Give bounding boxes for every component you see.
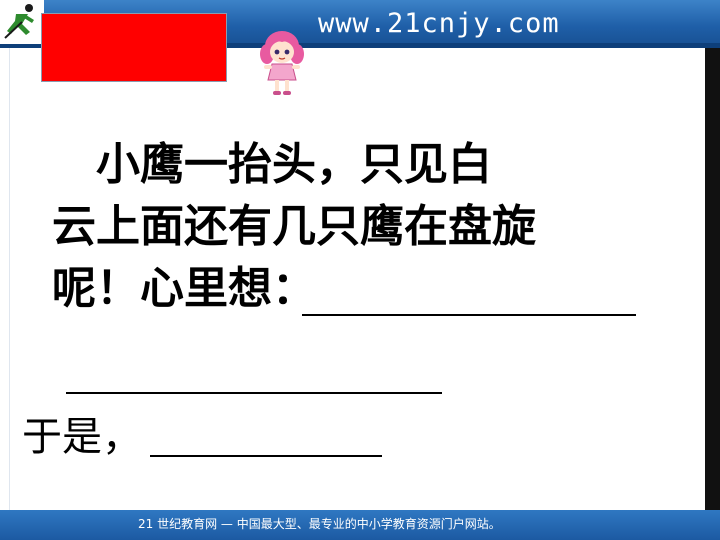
footer-text: 21 世纪教育网 — 中国最大型、最专业的中小学教育资源门户网站。 [138,517,501,531]
left-edge-strip [0,48,10,510]
answer-blank-3 [150,455,382,457]
answer-blank-2 [66,392,442,394]
site-logo [0,0,44,44]
passage-line: 呢！心里想： [52,263,316,314]
answer-blank-1 [302,314,636,316]
running-person-logo-icon [4,4,34,39]
right-edge-strip [705,48,720,510]
site-url: www.21cnjy.com [318,8,560,39]
passage-line: 小鹰一抬头，只见白 [52,139,492,190]
story-passage: 小鹰一抬头，只见白 云上面还有几只鹰在盘旋 呢！心里想： [52,134,672,320]
passage-line: 云上面还有几只鹰在盘旋 [52,201,536,252]
red-title-box [41,13,227,82]
cartoon-girl-icon [260,31,304,95]
continuation-label: 于是， [22,414,142,460]
